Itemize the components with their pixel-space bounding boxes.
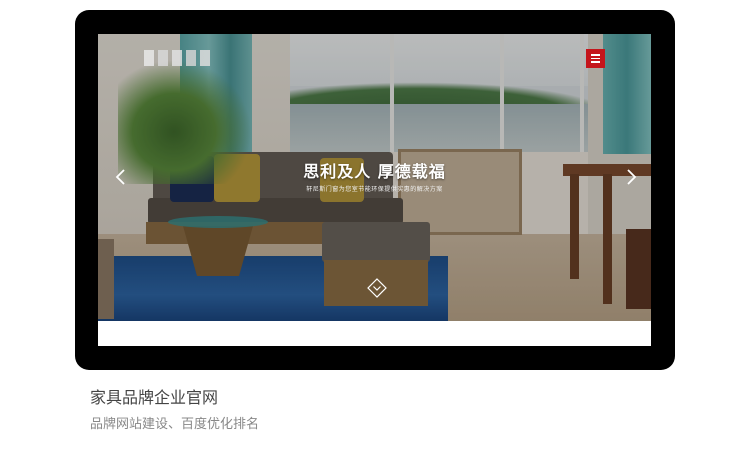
caption-subtitle: 品牌网站建设、百度优化排名 bbox=[90, 417, 260, 432]
scroll-down-diamond-icon[interactable] bbox=[367, 278, 387, 298]
hero-headline: 思利及人 厚德载福 bbox=[303, 162, 446, 181]
hamburger-menu-icon[interactable] bbox=[586, 49, 605, 68]
page-footer-strip bbox=[98, 321, 651, 346]
site-logo[interactable] bbox=[144, 50, 210, 66]
device-frame: 思利及人 厚德载福 轩尼斯门窗为您室节能环保提供实惠的解决方案 bbox=[75, 10, 675, 370]
hero-banner: 思利及人 厚德载福 轩尼斯门窗为您室节能环保提供实惠的解决方案 bbox=[98, 34, 651, 321]
website-screen: 思利及人 厚德载福 轩尼斯门窗为您室节能环保提供实惠的解决方案 bbox=[98, 34, 651, 346]
caption-title: 家具品牌企业官网 bbox=[90, 388, 219, 407]
hero-subline: 轩尼斯门窗为您室节能环保提供实惠的解决方案 bbox=[306, 186, 443, 193]
